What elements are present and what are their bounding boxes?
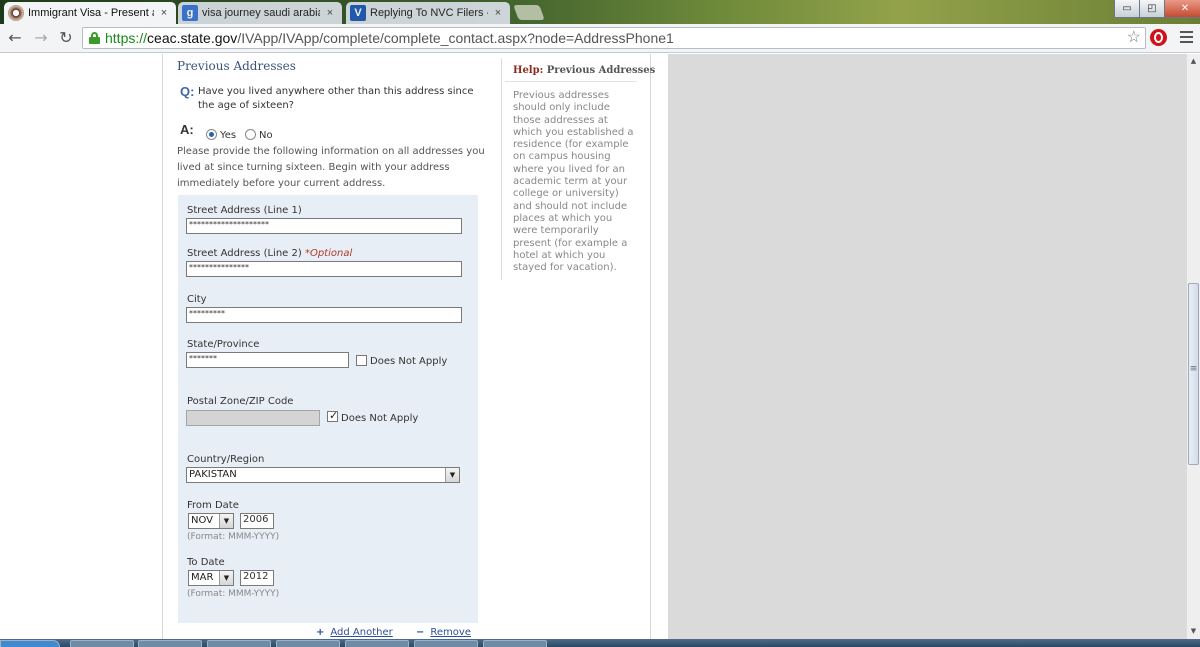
scroll-grip-icon: ≡ [1189,364,1198,374]
add-another-link[interactable]: + Add Another [316,627,393,638]
url-path: /IVApp/IVApp/complete/complete_contact.a… [237,30,674,46]
close-icon[interactable]: × [158,7,170,19]
new-tab-button[interactable] [513,5,545,20]
tab-strip: Immigrant Visa - Present a × g visa jour… [0,0,1200,24]
help-title-prefix: Help: [513,65,544,76]
page-border [650,54,651,639]
taskbar-item[interactable] [70,640,134,647]
windows-taskbar [0,639,1200,647]
to-date-format-hint: (Format: MMM-YYYY) [187,589,280,599]
taskbar-item[interactable] [207,640,271,647]
taskbar-item[interactable] [345,640,409,647]
close-icon[interactable]: × [324,7,336,19]
country-selected-value: PAKISTAN [189,469,237,480]
forward-arrow-icon[interactable]: → [31,28,51,48]
help-divider [505,81,637,82]
from-date-format-hint: (Format: MMM-YYYY) [187,532,280,542]
vertical-scrollbar[interactable]: ▲ ≡ ▼ [1186,54,1200,639]
from-year-input[interactable]: 2006 [240,513,274,529]
zip-input[interactable] [186,410,320,426]
to-month-value: MAR [191,572,214,583]
city-input[interactable]: ********* [186,307,462,323]
us-seal-icon [8,5,24,21]
maximize-button[interactable]: ◰ [1139,0,1165,18]
remove-link[interactable]: − Remove [416,627,471,638]
to-month-select[interactable]: MAR ▼ [188,570,234,586]
minimize-button[interactable]: ▭ [1114,0,1140,18]
tab-title: Replying To NVC Filers - I [370,7,488,19]
tab-replying-nvc[interactable]: V Replying To NVC Filers - I × [346,2,510,24]
street2-label: Street Address (Line 2) *Optional [187,248,352,259]
country-select[interactable]: PAKISTAN ▼ [186,467,460,483]
google-icon: g [182,5,198,21]
url-scheme: https:// [105,30,148,46]
street2-label-text: Street Address (Line 2) [187,248,302,259]
back-arrow-icon[interactable]: ← [5,28,25,48]
answer-label: A: [180,122,194,137]
taskbar-item[interactable] [414,640,478,647]
start-button[interactable] [0,640,60,647]
scroll-thumb[interactable]: ≡ [1188,283,1199,465]
bookmark-star-icon[interactable]: ☆ [1127,28,1141,48]
question-text: Have you lived anywhere other than this … [198,86,474,111]
state-input[interactable]: ******* [186,352,349,368]
from-month-select[interactable]: NOV ▼ [188,513,234,529]
page-border [162,54,163,639]
state-does-not-apply-checkbox[interactable] [356,355,367,366]
street1-label: Street Address (Line 1) [187,205,302,216]
taskbar-item[interactable] [276,640,340,647]
question-label: Q: [180,84,195,99]
close-window-button[interactable]: ✕ [1164,0,1200,18]
help-text: Previous addresses should only include t… [513,90,634,274]
browser-toolbar: ← → ↻ https://ceac.state.gov/IVApp/IVApp… [0,24,1200,53]
state-label: State/Province [187,339,260,350]
state-does-not-apply-label: Does Not Apply [370,356,448,367]
chevron-down-icon: ▼ [219,514,233,528]
from-date-label: From Date [187,500,239,511]
help-title: Help: Previous Addresses [513,65,655,76]
visajourney-icon: V [350,5,366,21]
country-label: Country/Region [187,454,265,465]
add-another-label: Add Another [330,627,393,638]
taskbar-item[interactable] [483,640,547,647]
answer-no-label: No [259,130,273,141]
answer-yes-radio[interactable] [206,129,217,140]
chevron-down-icon: ▼ [219,571,233,585]
section-title: Previous Addresses [177,59,296,73]
tab-immigrant-visa[interactable]: Immigrant Visa - Present a × [4,2,176,24]
remove-label: Remove [430,627,471,638]
tab-title: visa journey saudi arabia p [202,7,320,19]
instructions-text: Please provide the following information… [177,146,485,189]
chevron-down-icon: ▼ [445,468,459,482]
scroll-up-icon[interactable]: ▲ [1189,57,1198,66]
zip-does-not-apply-label: Does Not Apply [341,413,419,424]
lock-icon [89,32,100,44]
city-label: City [187,294,207,305]
address-bar[interactable]: https://ceac.state.gov/IVApp/IVApp/compl… [82,27,1146,49]
to-date-label: To Date [187,557,225,568]
page-background [668,54,1186,639]
zip-label: Postal Zone/ZIP Code [187,396,294,407]
tab-visa-journey-search[interactable]: g visa journey saudi arabia p × [178,2,342,24]
to-year-input[interactable]: 2012 [240,570,274,586]
taskbar-item[interactable] [138,640,202,647]
close-icon[interactable]: × [492,7,504,19]
reload-icon[interactable]: ↻ [56,28,76,48]
chrome-menu-icon[interactable] [1180,31,1193,43]
zip-does-not-apply-checkbox[interactable] [327,409,338,422]
street2-input[interactable]: *************** [186,261,462,277]
scroll-down-icon[interactable]: ▼ [1189,627,1198,636]
from-month-value: NOV [191,515,214,526]
answer-yes-label: Yes [220,130,237,141]
page-viewport: Previous Addresses Q: Have you lived any… [0,54,1186,639]
minus-icon: − [416,627,425,638]
opera-extension-icon[interactable] [1150,29,1167,46]
optional-note: *Optional [304,248,353,259]
tab-title: Immigrant Visa - Present a [28,7,154,19]
answer-no-radio[interactable] [245,129,256,140]
plus-icon: + [316,627,325,638]
help-title-topic: Previous Addresses [546,65,656,76]
url-host: ceac.state.gov [147,30,238,46]
street1-input[interactable]: ******************** [186,218,462,234]
